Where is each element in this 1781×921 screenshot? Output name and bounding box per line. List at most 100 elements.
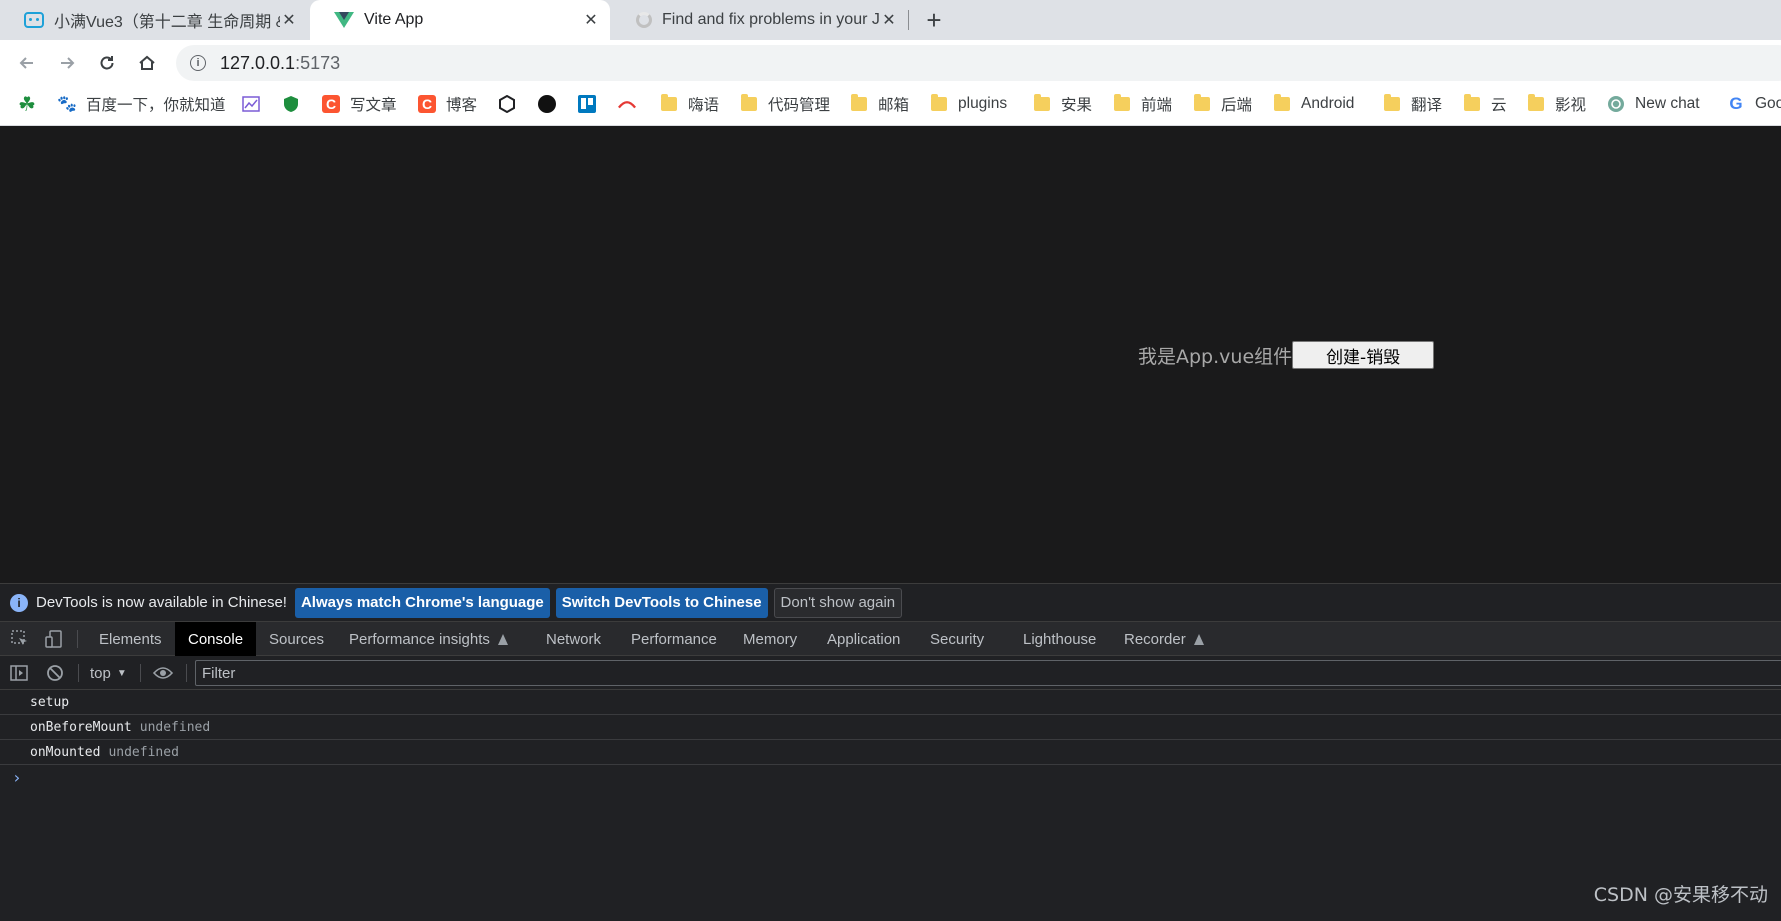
folder-icon <box>661 94 677 111</box>
bookmark-blog[interactable]: C 博客 <box>418 86 477 122</box>
chart-icon <box>242 95 260 113</box>
bookmark-folder-plugins[interactable]: plugins <box>930 86 1007 122</box>
message-arg: undefined <box>108 744 179 760</box>
close-icon[interactable]: ✕ <box>880 11 898 29</box>
bookmark-label: 写文章 <box>350 97 397 114</box>
filter-input[interactable] <box>195 660 1781 686</box>
bookmark-compass[interactable] <box>538 86 566 122</box>
tab-elements[interactable]: Elements <box>99 622 162 656</box>
bookmark-google[interactable]: G Goo <box>1727 86 1781 122</box>
bookmark-folder-cloud[interactable]: 云 <box>1463 86 1507 122</box>
folder-icon <box>1274 94 1290 111</box>
bookmark-folder-video[interactable]: 影视 <box>1527 86 1586 122</box>
forward-button[interactable] <box>51 47 83 79</box>
bookmark-chart[interactable] <box>242 86 270 122</box>
infobar-message: DevTools is now available in Chinese! <box>36 594 287 611</box>
bookmark-baidu[interactable]: 🐾 百度一下，你就知道 <box>57 86 225 122</box>
close-icon[interactable]: ✕ <box>582 11 600 29</box>
console-messages: setup onBeforeMount undefined onMounted … <box>0 690 1781 789</box>
reload-button[interactable] <box>91 47 123 79</box>
csdn-icon: C <box>322 95 340 113</box>
inspect-element-button[interactable] <box>9 628 31 650</box>
bookmark-label: Goo <box>1755 95 1781 112</box>
switch-to-chinese-button[interactable]: Switch DevTools to Chinese <box>555 587 768 618</box>
live-expression-button[interactable] <box>153 663 173 683</box>
baidu-icon: 🐾 <box>57 96 77 113</box>
create-destroy-button[interactable]: 创建-销毁 <box>1292 341 1435 369</box>
tab-network[interactable]: Network <box>546 622 601 656</box>
tab-vite-app[interactable]: Vite App ✕ <box>310 0 610 40</box>
info-icon: i <box>10 593 28 612</box>
close-icon[interactable]: ✕ <box>280 11 298 29</box>
site-info-icon[interactable]: i <box>190 55 206 71</box>
bookmark-label: 安果 <box>1061 97 1093 114</box>
tab-title: 小满Vue3（第十二章 生命周期 & <box>54 14 280 31</box>
context-selector[interactable]: top ▼ <box>90 663 127 683</box>
experiment-icon <box>497 633 508 645</box>
folder-icon <box>931 94 947 111</box>
clear-console-button[interactable] <box>45 663 65 683</box>
google-icon: G <box>1729 94 1743 113</box>
tab-sources[interactable]: Sources <box>269 622 324 656</box>
tab-application[interactable]: Application <box>827 622 900 656</box>
sidebar-toggle-button[interactable] <box>9 663 29 683</box>
bookmark-folder-code[interactable]: 代码管理 <box>740 86 830 122</box>
csdn-icon: C <box>418 95 436 113</box>
bookmark-label: Android <box>1301 95 1355 112</box>
loading-icon <box>636 12 652 28</box>
browser-toolbar: i 127.0.0.1:5173 <box>0 40 1781 86</box>
bookmark-label: 翻译 <box>1411 97 1443 114</box>
back-button[interactable] <box>11 47 43 79</box>
tab-memory[interactable]: Memory <box>743 622 797 656</box>
tab-bilibili[interactable]: 小满Vue3（第十二章 生命周期 & ✕ <box>0 0 308 40</box>
devtools-language-infobar: i DevTools is now available in Chinese! … <box>0 584 1781 622</box>
bookmark-label: 代码管理 <box>768 97 831 114</box>
folder-icon <box>1194 94 1210 111</box>
always-match-language-button[interactable]: Always match Chrome's language <box>294 587 550 618</box>
tab-console[interactable]: Console <box>175 622 257 656</box>
bookmark-folder-android[interactable]: Android <box>1273 86 1354 122</box>
openai-icon <box>1607 95 1625 113</box>
dont-show-again-button[interactable]: Don't show again <box>773 587 903 618</box>
tab-separator <box>908 10 909 30</box>
tab-security[interactable]: Security <box>930 622 984 656</box>
tab-title: Find and fix problems in your J <box>662 11 880 28</box>
bookmark-folder-frontend[interactable]: 前端 <box>1113 86 1172 122</box>
tab-recorder[interactable]: Recorder <box>1124 622 1204 656</box>
tab-find-fix[interactable]: Find and fix problems in your J ✕ <box>612 0 908 40</box>
home-button[interactable] <box>131 47 163 79</box>
arrow-left-icon <box>19 57 33 69</box>
bookmark-clover[interactable]: ☘ <box>18 86 46 122</box>
folder-icon <box>1464 94 1480 111</box>
tab-label: Performance insights <box>349 630 490 648</box>
message-text: onMounted <box>30 744 101 760</box>
bookmark-label: 博客 <box>446 97 478 114</box>
tab-lighthouse[interactable]: Lighthouse <box>1023 622 1096 656</box>
shield-icon <box>282 95 300 113</box>
bookmark-folder-haiyu[interactable]: 嗨语 <box>660 86 719 122</box>
trello-icon <box>578 95 596 113</box>
bookmark-folder-mail[interactable]: 邮箱 <box>850 86 909 122</box>
bookmark-hexagon[interactable] <box>498 86 526 122</box>
bookmark-cloud[interactable] <box>618 86 646 122</box>
bookmark-shield[interactable] <box>282 86 310 122</box>
bookmark-write-article[interactable]: C 写文章 <box>322 86 397 122</box>
new-tab-button[interactable]: + <box>918 4 950 36</box>
bookmark-folder-translate[interactable]: 翻译 <box>1383 86 1442 122</box>
bookmark-label: New chat <box>1635 95 1700 112</box>
clover-icon: ☘ <box>18 93 36 116</box>
bookmark-label: 前端 <box>1141 97 1173 114</box>
bookmark-folder-backend[interactable]: 后端 <box>1193 86 1252 122</box>
arrow-right-icon <box>61 57 75 69</box>
bookmark-folder-anguo[interactable]: 安果 <box>1033 86 1092 122</box>
bookmark-label: 影视 <box>1555 97 1587 114</box>
tab-performance-insights[interactable]: Performance insights <box>349 622 508 656</box>
address-bar[interactable]: i 127.0.0.1:5173 <box>176 45 1781 81</box>
device-toolbar-button[interactable] <box>43 628 65 650</box>
bookmark-label: 邮箱 <box>878 97 910 114</box>
tab-performance[interactable]: Performance <box>631 622 717 656</box>
console-prompt[interactable]: › <box>0 765 1781 789</box>
url-port: :5173 <box>295 52 341 73</box>
bookmark-trello[interactable] <box>578 86 606 122</box>
bookmark-new-chat[interactable]: New chat <box>1607 86 1700 122</box>
